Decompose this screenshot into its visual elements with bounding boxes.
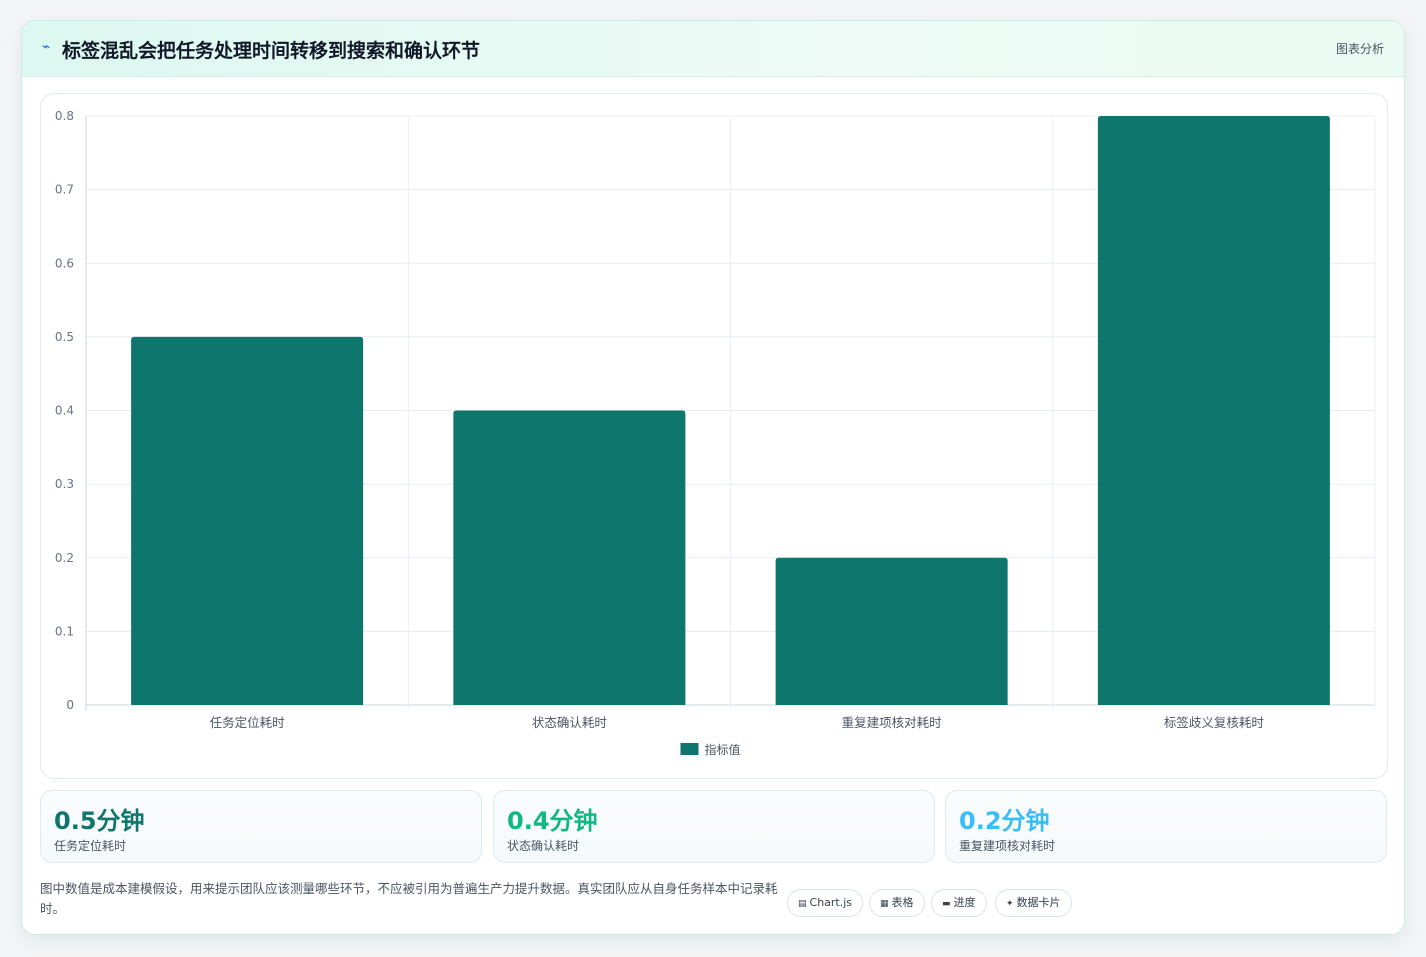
y-tick-label: 0.6 — [55, 256, 74, 270]
x-tick-label: 标签歧义复核耗时 — [1164, 715, 1265, 730]
chart-panel: 0 0.1 0.2 0.3 0.4 0.5 0.6 0.7 0.8 任务定位耗时 状态确认耗时 重复建… — [40, 93, 1388, 779]
x-tick-label: 重复建项核对耗时 — [842, 715, 943, 730]
stat-value: 0.5分钟 — [54, 807, 145, 835]
stat-card-status: 0.4分钟 状态确认耗时 — [493, 790, 935, 863]
bar-chart: 0 0.1 0.2 0.3 0.4 0.5 0.6 0.7 0.8 任务定位耗时 状态确认耗时 重复建… — [55, 109, 1376, 757]
x-tick-label: 状态确认耗时 — [532, 715, 608, 730]
pill-progress[interactable]: ▬ 进度 — [931, 889, 987, 917]
chart-card: ⌁ 标签混乱会把任务处理时间转移到搜索和确认环节 图表分析 0 0.1 0.2 0.3… — [21, 20, 1405, 935]
y-tick-label: 0.8 — [55, 109, 74, 123]
chart-icon: ▤ — [798, 899, 807, 909]
y-tick-label: 0.3 — [55, 477, 74, 491]
pill-chartjs[interactable]: ▤ Chart.js — [787, 889, 864, 917]
header-tag: 图表分析 — [1335, 42, 1384, 56]
progress-icon: ▬ — [942, 899, 951, 909]
stat-value: 0.2分钟 — [959, 807, 1050, 835]
legend-label: 指标值 — [705, 742, 741, 757]
stat-label: 重复建项核对耗时 — [959, 839, 1056, 853]
y-tick-label: 0.1 — [55, 624, 74, 638]
pill-table[interactable]: ▦ 表格 — [869, 889, 925, 917]
y-tick-label: 0 — [66, 698, 74, 712]
stat-value: 0.4分钟 — [507, 807, 598, 835]
trend-icon: ⌁ — [42, 39, 51, 55]
y-tick-label: 0.4 — [55, 404, 74, 418]
y-tick-label: 0.2 — [55, 551, 74, 565]
y-tick-label: 0.5 — [55, 330, 74, 344]
stat-card-duplicate: 0.2分钟 重复建项核对耗时 — [945, 790, 1387, 863]
card-header: ⌁ 标签混乱会把任务处理时间转移到搜索和确认环节 图表分析 — [22, 21, 1404, 77]
legend-swatch — [680, 743, 699, 755]
bar — [453, 410, 686, 705]
bar — [775, 557, 1008, 705]
disclaimer-note: 图中数值是成本建模假设，用来提示团队应该测量哪些环节，不应被引用为普遍生产力提升… — [40, 881, 778, 916]
bar — [131, 336, 364, 705]
x-tick-label: 任务定位耗时 — [210, 715, 286, 730]
pill-label: 数据卡片 — [1016, 896, 1061, 909]
y-tick-label: 0.7 — [55, 183, 74, 197]
sparkle-icon: ✦ — [1006, 899, 1014, 909]
page-title: 标签混乱会把任务处理时间转移到搜索和确认环节 — [62, 40, 481, 62]
stat-label: 任务定位耗时 — [54, 839, 127, 853]
pill-label: 表格 — [891, 896, 914, 909]
table-icon: ▦ — [880, 899, 889, 909]
pill-data-card[interactable]: ✦ 数据卡片 — [995, 889, 1072, 917]
bar — [1097, 116, 1330, 705]
pill-label: 进度 — [953, 896, 976, 909]
stat-label: 状态确认耗时 — [507, 839, 580, 853]
pill-label: Chart.js — [809, 896, 853, 909]
stat-card-locate: 0.5分钟 任务定位耗时 — [40, 790, 482, 863]
